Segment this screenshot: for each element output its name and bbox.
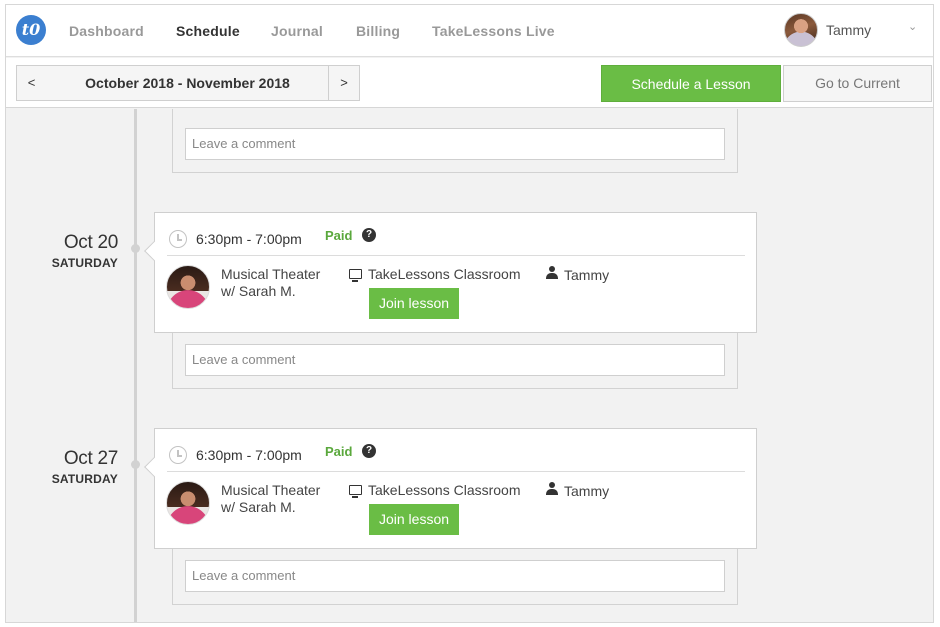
clock-icon (169, 230, 187, 248)
lesson-weekday: SATURDAY (51, 256, 118, 270)
help-icon[interactable]: ? (362, 228, 376, 242)
teacher-name[interactable]: w/ Sarah M. (221, 499, 320, 516)
comment-panel: Leave a comment (172, 549, 738, 605)
course-name: Musical Theater (221, 482, 321, 498)
card-pointer (144, 241, 164, 261)
teacher-name[interactable]: w/ Sarah M. (221, 283, 320, 300)
prev-range-button[interactable]: < (16, 65, 47, 101)
lesson-date: Oct 27 (63, 448, 118, 469)
student-name: Tammy (564, 267, 610, 283)
card-divider (167, 255, 745, 256)
timeline-dot (131, 244, 140, 253)
timeline-line (134, 109, 137, 622)
comment-input[interactable]: Leave a comment (185, 344, 725, 376)
takelessons-logo-icon[interactable]: t0 (16, 15, 46, 45)
comment-input[interactable]: Leave a comment (185, 560, 725, 592)
nav-billing[interactable]: Billing (356, 23, 400, 39)
next-range-button[interactable]: > (328, 65, 360, 101)
lesson-location: TakeLessons Classroom (368, 482, 521, 498)
lesson-time: 6:30pm - 7:00pm (196, 231, 302, 247)
timeline-dot (131, 460, 140, 469)
help-icon[interactable]: ? (362, 444, 376, 458)
date-range-label: October 2018 - November 2018 (46, 65, 329, 101)
schedule-toolbar: < October 2018 - November 2018 > Schedul… (6, 58, 933, 108)
nav-takelessons-live[interactable]: TakeLessons Live (432, 23, 555, 39)
lesson-date: Oct 20 (63, 232, 118, 253)
app-frame: t0 Dashboard Schedule Journal Billing Ta… (5, 4, 934, 623)
user-avatar[interactable] (784, 13, 818, 47)
join-lesson-button[interactable]: Join lesson (369, 288, 459, 319)
monitor-icon (349, 269, 362, 282)
person-icon (546, 482, 558, 496)
payment-status: Paid (325, 228, 353, 243)
clock-icon (169, 446, 187, 464)
comment-panel: Leave a comment (172, 333, 738, 389)
card-divider (167, 471, 745, 472)
payment-status: Paid (325, 444, 353, 459)
nav-schedule[interactable]: Schedule (176, 23, 240, 39)
comment-panel: Leave a comment (172, 109, 738, 173)
lesson-time: 6:30pm - 7:00pm (196, 447, 302, 463)
course-info: Musical Theater w/ Sarah M. (221, 266, 320, 300)
schedule-lesson-button[interactable]: Schedule a Lesson (601, 65, 781, 102)
top-nav: t0 Dashboard Schedule Journal Billing Ta… (6, 5, 933, 57)
course-info: Musical Theater w/ Sarah M. (221, 482, 320, 516)
comment-input[interactable]: Leave a comment (185, 128, 725, 160)
nav-dashboard[interactable]: Dashboard (69, 23, 144, 39)
person-icon (546, 266, 558, 280)
student-name: Tammy (564, 483, 610, 499)
lesson-card: 6:30pm - 7:00pm Paid ? Musical Theater w… (144, 212, 757, 333)
teacher-avatar[interactable] (166, 481, 210, 525)
nav-journal[interactable]: Journal (271, 23, 323, 39)
user-name[interactable]: Tammy (826, 22, 871, 38)
course-name: Musical Theater (221, 266, 321, 282)
teacher-avatar[interactable] (166, 265, 210, 309)
monitor-icon (349, 485, 362, 498)
card-pointer (144, 457, 164, 477)
lesson-location: TakeLessons Classroom (368, 266, 521, 282)
lesson-card: 6:30pm - 7:00pm Paid ? Musical Theater w… (144, 428, 757, 549)
go-to-current-button[interactable]: Go to Current (783, 65, 932, 102)
chevron-down-icon[interactable]: ⌄ (908, 20, 917, 33)
lesson-weekday: SATURDAY (51, 472, 118, 486)
join-lesson-button[interactable]: Join lesson (369, 504, 459, 535)
